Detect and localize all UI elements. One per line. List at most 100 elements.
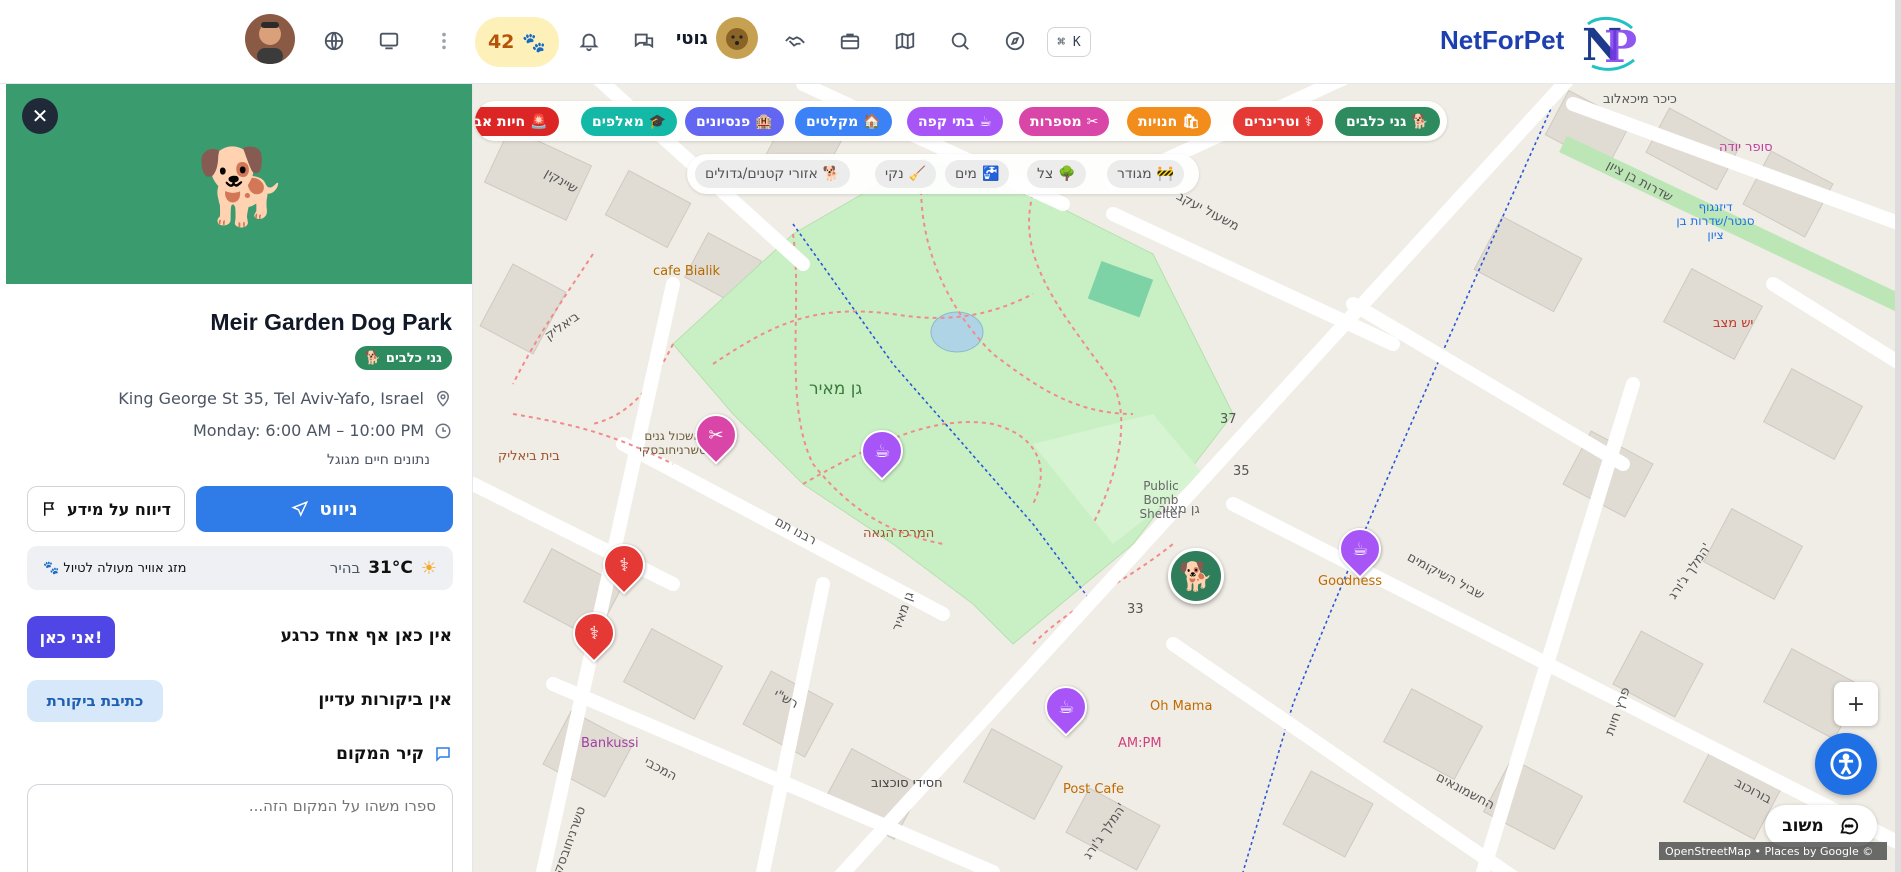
chip-trainers[interactable]: 🎓 מאלפים (581, 107, 678, 136)
briefcase-icon[interactable] (834, 25, 866, 57)
top-navigation-bar: 42 🐾 גוטי ⌘ K NetForPet N P (0, 0, 1901, 84)
compass-icon[interactable] (999, 25, 1031, 57)
accessibility-icon (1830, 748, 1862, 780)
zoom-in-button[interactable]: + (1834, 682, 1878, 726)
map-icon[interactable] (889, 25, 921, 57)
chip-shelters[interactable]: 🏠 מקלטים (795, 107, 892, 136)
wall-post-input[interactable] (27, 784, 453, 872)
search-icon[interactable] (944, 25, 976, 57)
amenity-water[interactable]: 🚰 מים (945, 160, 1010, 188)
more-vertical-icon[interactable] (428, 25, 460, 57)
points-badge[interactable]: 42 🐾 (475, 17, 559, 67)
map-label-bankussi: Bankussi (581, 736, 639, 751)
amenity-fenced[interactable]: 🚧 מגודר (1107, 160, 1185, 188)
map-canvas[interactable]: גן מאיר גן מאיר Public Bomb Shelter cafe… (473, 84, 1901, 872)
navigate-label: ניווט (319, 498, 358, 520)
place-wall-heading: קיר המקום (336, 744, 452, 764)
hotel-icon: 🏨 (755, 113, 773, 130)
chip-label: מקלטים (806, 113, 859, 130)
navigate-button[interactable]: ניווט (196, 486, 453, 532)
chip-label: מספרות (1030, 113, 1082, 130)
paw-icon: 🐾 (522, 31, 547, 54)
chip-label: מאלפים (592, 113, 644, 130)
map-label-kikar: כיכר מיכאלוב (1603, 92, 1677, 107)
svg-text:P: P (1604, 22, 1637, 72)
chip-dog-parks[interactable]: 🐕 גני כלבים (1335, 107, 1440, 136)
chip-cafes[interactable]: ☕ בתי קפה (907, 107, 1003, 136)
write-review-button[interactable]: כתיבת ביקורת (27, 680, 163, 722)
amenity-shade[interactable]: 🌳 צל (1027, 160, 1086, 188)
map-label-super-yuda: סופר יודה (1719, 140, 1773, 155)
dog-icon: 🐕 (822, 166, 841, 182)
globe-icon[interactable] (318, 25, 350, 57)
map-label-dizengoff: דיזנגוף סנטר/שדרות בן ציון (1676, 200, 1755, 242)
house-icon: 🏠 (863, 113, 881, 130)
coffee-icon: ☕ (1057, 696, 1075, 718)
amenity-filter-bar: 🚧 מגודר 🌳 צל 🚰 מים 🧹 נקי 🐕 אזורי קטנים/גדולים (687, 154, 1199, 194)
category-filter-bar: 🐕 גני כלבים ⚕ וטרינרים 🛍 חנויות ✂ מספרות ☕ בת… (475, 101, 1447, 141)
graduation-cap-icon: 🎓 (648, 113, 667, 130)
feedback-label: משוב (1782, 816, 1824, 836)
brand-name[interactable]: NetForPet (1440, 25, 1564, 56)
chip-label: בתי קפה (918, 113, 975, 130)
report-info-button[interactable]: דיווח על מידע (27, 486, 185, 532)
monitor-icon[interactable] (373, 25, 405, 57)
keyboard-shortcut-badge[interactable]: ⌘ K (1047, 27, 1091, 57)
place-details-panel: ✕ 🐕 Meir Garden Dog Park גני כלבים 🐕 Kin… (6, 84, 473, 872)
paw-icon: 🐾 (43, 560, 60, 576)
water-icon: 🚰 (981, 166, 1000, 182)
accessibility-button[interactable] (1815, 733, 1877, 795)
map-label-num-37: 37 (1220, 412, 1237, 427)
amenity-size-zones[interactable]: 🐕 אזורי קטנים/גדולים (695, 160, 851, 188)
i-am-here-button[interactable]: אני כאן! (27, 616, 115, 658)
dog-icon: 🐕 (196, 144, 289, 230)
close-panel-button[interactable]: ✕ (22, 98, 58, 134)
map-label-shelter: Public Bomb Shelter (1139, 479, 1183, 521)
user-avatar[interactable] (245, 14, 295, 64)
flag-icon (44, 502, 55, 516)
chip-label: מגודר (1117, 166, 1152, 182)
selected-dog-park-marker[interactable]: 🐕 (1168, 548, 1224, 604)
chip-lost-pets[interactable]: 🚨חיות אבודות (475, 107, 559, 136)
place-hours: Monday: 6:00 AM – 10:00 PM (192, 421, 424, 440)
place-address-row[interactable]: King George St 35, Tel Aviv-Yafo, Israel (118, 389, 452, 408)
map-label-cafe-bialik: cafe Bialik (653, 264, 721, 279)
scissors-icon: ✂ (1086, 113, 1099, 130)
map-label-chassidei: חסידי סוכצוב (871, 776, 943, 791)
coffee-icon: ☕ (1351, 538, 1369, 560)
amenity-clean[interactable]: 🧹 נקי (875, 160, 937, 188)
chip-pensions[interactable]: 🏨 פנסיונים (685, 107, 784, 136)
chip-label: נקי (885, 166, 904, 182)
sun-icon: ☀ (420, 557, 437, 579)
chip-vets[interactable]: ⚕ וטרינרים (1233, 107, 1324, 136)
fence-icon: 🚧 (1156, 166, 1175, 182)
handshake-icon[interactable] (779, 25, 811, 57)
chip-label: וטרינרים (1244, 113, 1300, 130)
alert-icon: 🚨 (530, 113, 548, 130)
user-profile-chip[interactable]: גוטי (676, 17, 758, 59)
presence-status: אין כאן אף אחד כרגע (280, 626, 452, 646)
map-label-num-33: 33 (1127, 602, 1144, 617)
chip-label: חיות אבודות (475, 113, 526, 130)
messages-icon[interactable] (628, 25, 660, 57)
map-label-yesh-matzav: יש מצב (1713, 316, 1754, 331)
map-attribution[interactable]: OpenStreetMap • Places by Google © (1659, 842, 1887, 860)
stethoscope-icon: ⚕ (589, 622, 599, 644)
map-label-goodness: Goodness (1318, 574, 1383, 589)
chip-label: צל (1037, 166, 1054, 182)
chip-shops[interactable]: 🛍 חנויות (1127, 107, 1212, 136)
coffee-icon: ☕ (979, 113, 992, 130)
bell-icon[interactable] (573, 25, 605, 57)
brand-logo[interactable]: N P (1580, 14, 1642, 73)
weather-note-wrap: מזג אוויר מעולה לטיול 🐾 (43, 561, 186, 576)
close-icon: ✕ (31, 104, 49, 128)
map-label-post-cafe: Post Cafe (1063, 782, 1124, 797)
place-title: Meir Garden Dog Park (210, 309, 452, 335)
chip-grooming[interactable]: ✂ מספרות (1019, 107, 1110, 136)
place-hours-row: Monday: 6:00 AM – 10:00 PM (193, 421, 452, 440)
feedback-button[interactable]: משוב (1765, 805, 1877, 847)
scissors-icon: ✂ (708, 424, 724, 446)
map-label-ampm: AM:PM (1118, 736, 1162, 751)
chip-label: מים (955, 166, 977, 182)
page-scrollbar[interactable] (1895, 0, 1901, 872)
